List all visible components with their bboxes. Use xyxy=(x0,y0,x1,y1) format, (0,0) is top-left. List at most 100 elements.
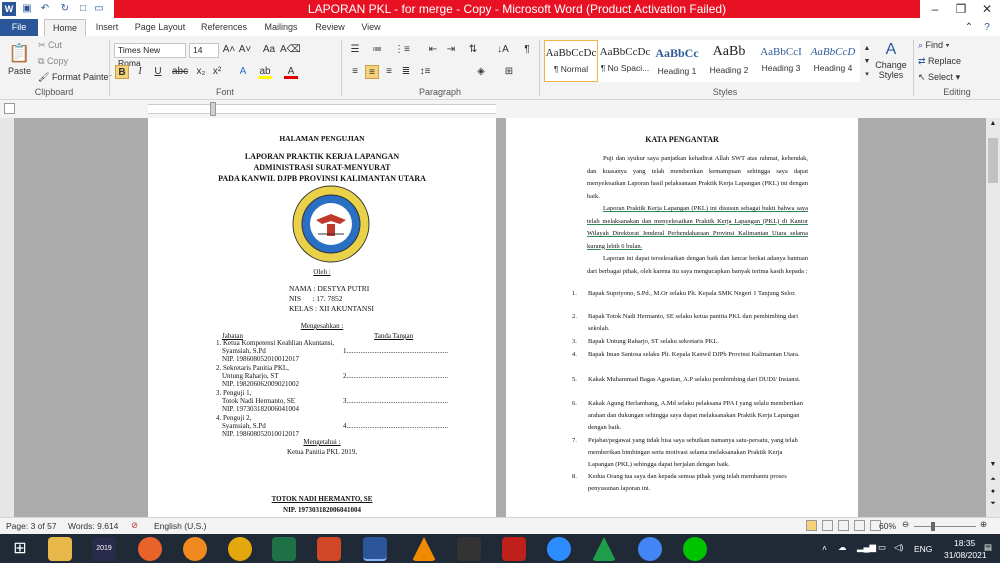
subscript-icon[interactable]: x₂ xyxy=(194,65,208,79)
tab-file[interactable]: File xyxy=(0,19,38,36)
proofing-icon[interactable]: ⊘ xyxy=(131,520,138,531)
format-painter-button[interactable]: 🖌 Format Painter xyxy=(38,72,111,83)
style-normal[interactable]: AaBbCcDc ¶ Normal xyxy=(544,40,598,82)
save-icon[interactable]: ▣ xyxy=(20,2,34,16)
redo-icon[interactable]: ↻ xyxy=(58,2,72,16)
style-heading-2[interactable]: AaBb Heading 2 xyxy=(702,40,756,82)
style-heading-1[interactable]: AaBbCc Heading 1 xyxy=(650,40,704,82)
sort-icon[interactable]: ⇅ xyxy=(466,43,480,57)
replace-button[interactable]: ⇄ Replace xyxy=(918,56,961,67)
scroll-down-icon[interactable]: ▼ xyxy=(988,461,998,468)
green-triangle-app-icon[interactable] xyxy=(592,537,616,561)
underline-icon[interactable]: U xyxy=(151,65,165,79)
minimize-ribbon-icon[interactable]: ⌃ xyxy=(962,21,976,35)
zoom-slider[interactable] xyxy=(914,526,976,527)
tab-page-layout[interactable]: Page Layout xyxy=(132,19,188,36)
chrome-icon[interactable] xyxy=(638,537,662,561)
tab-home[interactable]: Home xyxy=(44,19,86,36)
battery-icon[interactable]: ▭ xyxy=(878,542,886,553)
paste-button[interactable]: Paste xyxy=(8,66,31,76)
vlc-icon[interactable] xyxy=(412,537,436,561)
align-left-icon[interactable]: ≡ xyxy=(348,65,362,79)
page-2[interactable]: KATA PENGANTAR Puji dan syukur saya panj… xyxy=(506,118,858,517)
video-editor-icon[interactable] xyxy=(457,537,481,561)
tab-references[interactable]: References xyxy=(198,19,250,36)
tab-selector-icon[interactable] xyxy=(4,103,15,114)
page-1[interactable]: HALAMAN PENGUJIAN LAPORAN PRAKTIK KERJA … xyxy=(148,118,496,517)
vertical-scrollbar[interactable]: ▲ ▼ ⏶ ● ⏷ xyxy=(986,118,1000,517)
undo-icon[interactable]: ↶ xyxy=(38,2,52,16)
clear-format-icon[interactable]: A⌫ xyxy=(280,43,301,57)
shrink-font-icon[interactable]: A˅ xyxy=(238,43,252,57)
highlight-icon[interactable]: ab xyxy=(258,65,272,79)
find-button[interactable]: ⌕ Find ▾ xyxy=(918,40,949,51)
numbering-icon[interactable]: ≔ xyxy=(370,43,384,57)
change-case-icon[interactable]: Aa xyxy=(262,43,276,57)
excel-icon[interactable] xyxy=(272,537,296,561)
tab-review[interactable]: Review xyxy=(312,19,348,36)
superscript-icon[interactable]: x² xyxy=(210,65,224,79)
zoom-in-icon[interactable]: ⊕ xyxy=(980,519,987,530)
font-size-select[interactable]: 14 xyxy=(189,43,219,58)
windows-start-icon[interactable]: ⊞ xyxy=(8,537,32,561)
show-marks-icon[interactable]: ¶ xyxy=(520,43,534,57)
print-layout-icon[interactable] xyxy=(806,520,817,531)
cloud-icon[interactable]: ☁ xyxy=(838,542,847,553)
word-count[interactable]: Words: 9.614 xyxy=(68,521,118,531)
change-styles-button[interactable]: A Change Styles xyxy=(874,40,908,80)
copy-button[interactable]: ⧉ Copy xyxy=(38,56,68,67)
open-folder-icon[interactable]: ▭ xyxy=(92,2,106,16)
shading-icon[interactable]: ◈ xyxy=(474,65,488,79)
next-page-icon[interactable]: ⏷ xyxy=(988,500,998,508)
align-right-icon[interactable]: ≡ xyxy=(382,65,396,79)
app-2019-icon[interactable]: 2019 xyxy=(92,537,116,561)
web-layout-icon[interactable] xyxy=(838,520,849,531)
scroll-up-icon[interactable]: ▲ xyxy=(988,120,998,127)
style-heading-3[interactable]: AaBbCcI Heading 3 xyxy=(754,40,808,82)
align-center-icon[interactable]: ≡ xyxy=(365,65,379,79)
input-language[interactable]: ENG xyxy=(914,544,932,554)
indent-marker[interactable] xyxy=(210,102,216,116)
zoom-level[interactable]: 60% xyxy=(879,521,896,531)
previous-page-icon[interactable]: ⏶ xyxy=(988,476,998,484)
powerpoint-icon[interactable] xyxy=(317,537,341,561)
italic-icon[interactable]: I xyxy=(133,65,147,79)
bullets-icon[interactable]: ☰ xyxy=(348,43,362,57)
file-explorer-icon[interactable] xyxy=(48,537,72,561)
clock-time[interactable]: 18:35 xyxy=(954,538,975,548)
multilevel-list-icon[interactable]: ⋮≡ xyxy=(394,43,410,57)
font-name-select[interactable]: Times New Roma xyxy=(114,43,186,68)
styles-scroll-icon[interactable]: ▲ ▼ ▾ xyxy=(862,42,872,82)
bold-icon[interactable]: B xyxy=(115,65,129,79)
volume-icon[interactable]: ◁) xyxy=(894,542,903,553)
font-color-icon[interactable]: A xyxy=(284,65,298,79)
horizontal-ruler[interactable] xyxy=(0,100,1000,118)
paste-icon[interactable]: 📋 xyxy=(8,42,30,64)
increase-indent-icon[interactable]: ⇥ xyxy=(444,43,458,57)
sort-az-icon[interactable]: ↓A xyxy=(496,43,510,57)
outline-icon[interactable] xyxy=(854,520,865,531)
scrollbar-thumb[interactable] xyxy=(988,138,998,183)
justify-icon[interactable]: ≣ xyxy=(399,65,413,79)
cut-button[interactable]: ✂ Cut xyxy=(38,40,62,51)
page-count[interactable]: Page: 3 of 57 xyxy=(6,521,57,531)
tab-insert[interactable]: Insert xyxy=(90,19,124,36)
grow-font-icon[interactable]: A˄ xyxy=(222,43,236,57)
clock-date[interactable]: 31/08/2021 xyxy=(944,550,987,560)
minimize-icon[interactable]: – xyxy=(922,0,948,18)
tab-mailings[interactable]: Mailings xyxy=(260,19,302,36)
zoom-out-icon[interactable]: ⊖ xyxy=(902,519,909,530)
new-doc-icon[interactable]: □ xyxy=(76,2,90,16)
help-icon[interactable]: ? xyxy=(980,21,994,35)
style-no-spacing[interactable]: AaBbCcDc ¶ No Spaci... xyxy=(598,40,652,82)
word-app-icon[interactable]: W xyxy=(2,2,16,16)
notifications-icon[interactable]: ▤ xyxy=(984,542,992,553)
vertical-ruler[interactable] xyxy=(0,118,14,517)
tab-view[interactable]: View xyxy=(356,19,386,36)
tray-chevron-icon[interactable]: ˄ xyxy=(822,543,827,553)
text-effects-icon[interactable]: A xyxy=(236,65,250,79)
full-screen-icon[interactable] xyxy=(822,520,833,531)
borders-icon[interactable]: ⊞ xyxy=(502,65,516,79)
media-player-icon[interactable] xyxy=(183,537,207,561)
line-spacing-icon[interactable]: ↕≡ xyxy=(418,65,432,79)
